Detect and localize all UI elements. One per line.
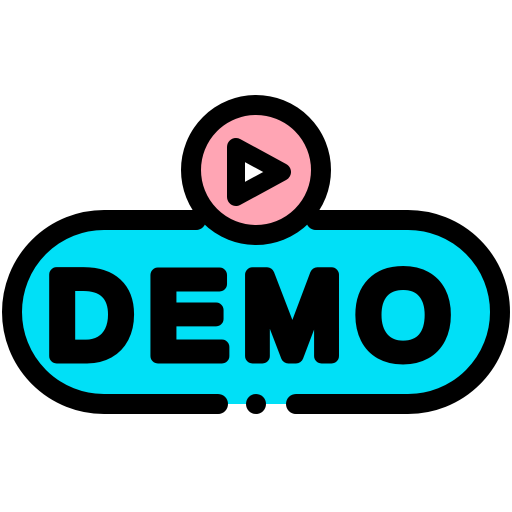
demo-badge-graphic: DEMO: [2, 95, 510, 414]
pill-gap-dot: [246, 394, 266, 414]
demo-label: DEMO: [47, 250, 465, 382]
demo-badge-illustration: DEMO: [0, 0, 512, 512]
